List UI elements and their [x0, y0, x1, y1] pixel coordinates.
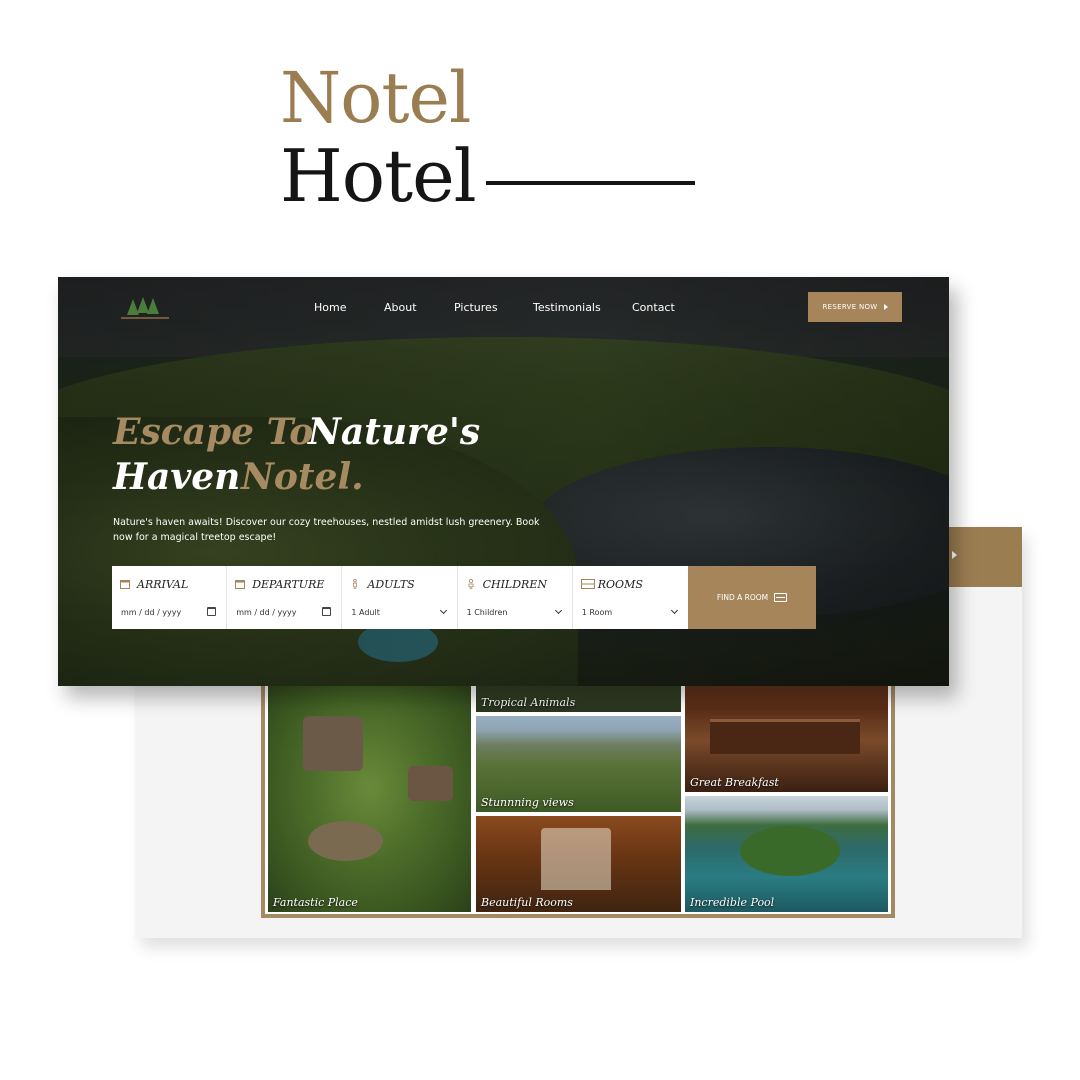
treehouse-image — [408, 766, 453, 801]
arrow-right-icon — [952, 551, 957, 559]
nav-contact[interactable]: Contact — [632, 301, 675, 314]
calendar-picker-icon[interactable] — [322, 607, 332, 616]
adults-select[interactable]: 1 Adult — [351, 608, 379, 617]
departure-input[interactable]: mm / dd / yyyy — [236, 608, 296, 617]
island-image — [740, 826, 840, 876]
calendar-picker-icon[interactable] — [207, 607, 217, 616]
gallery-tile-incredible-pool[interactable]: Incredible Pool — [685, 796, 888, 912]
headline-part: Escape To — [113, 411, 314, 453]
calendar-icon — [120, 580, 130, 589]
site-logo[interactable] — [113, 289, 177, 329]
gallery-tile-stunning-views[interactable]: Stunnning views — [476, 716, 681, 812]
adults-field[interactable]: ADULTS 1 Adult — [342, 566, 458, 629]
bed-icon — [774, 593, 788, 602]
find-a-room-button[interactable]: FIND A ROOM — [688, 566, 816, 629]
nav-testimonials[interactable]: Testimonials — [533, 301, 601, 314]
gallery-caption: Incredible Pool — [690, 896, 775, 909]
table-image — [710, 719, 860, 754]
website-hero: Home About Pictures Testimonials Contact… — [58, 277, 949, 686]
departure-label: DEPARTURE — [252, 578, 325, 591]
gallery-caption: Tropical Animals — [481, 696, 576, 709]
headline-part: Nature's — [308, 411, 481, 453]
nav-pictures[interactable]: Pictures — [454, 301, 498, 314]
children-field[interactable]: CHILDREN 1 Children — [458, 566, 573, 629]
find-a-room-label: FIND A ROOM — [716, 593, 769, 602]
title-divider — [486, 181, 695, 185]
chevron-down-icon[interactable] — [439, 606, 447, 615]
canopy-bed-image — [541, 828, 611, 890]
brand-title-notel: Notel — [280, 57, 471, 139]
headline-part: Notel. — [241, 456, 364, 498]
nav-home[interactable]: Home — [314, 301, 346, 314]
arrow-right-icon — [883, 304, 888, 310]
tree-icon — [147, 298, 159, 314]
children-select[interactable]: 1 Children — [467, 608, 508, 617]
arrival-input[interactable]: mm / dd / yyyy — [121, 608, 181, 617]
chevron-down-icon[interactable] — [670, 606, 678, 615]
nav-about[interactable]: About — [384, 301, 417, 314]
rooms-select[interactable]: 1 Room — [582, 608, 612, 617]
clearing-image — [308, 821, 383, 861]
gallery-caption: Great Breakfast — [690, 776, 779, 789]
gallery-tile-beautiful-rooms[interactable]: Beautiful Rooms — [476, 816, 681, 912]
booking-form: ARRIVAL mm / dd / yyyy DEPARTURE mm / dd… — [112, 566, 688, 629]
gallery-tile-fantastic-place[interactable]: Fantastic Place — [268, 686, 471, 912]
hero-description: Nature's haven awaits! Discover our cozy… — [113, 517, 540, 543]
rooms-label: ROOMS — [597, 578, 643, 591]
chevron-down-icon[interactable] — [554, 606, 562, 615]
treehouse-image — [303, 716, 363, 771]
arrival-field[interactable]: ARRIVAL mm / dd / yyyy — [112, 566, 228, 629]
rooms-field[interactable]: ROOMS 1 Room — [573, 566, 688, 629]
gallery-caption: Stunnning views — [481, 796, 574, 809]
arrival-label: ARRIVAL — [137, 578, 189, 591]
headline-part: Haven — [113, 456, 241, 498]
adults-label: ADULTS — [367, 578, 415, 591]
reserve-now-label: RESERVE NOW — [822, 303, 878, 311]
brand-title-hotel: Hotel — [280, 134, 477, 218]
gallery-caption: Beautiful Rooms — [481, 896, 573, 909]
adult-icon — [353, 579, 358, 589]
child-icon — [468, 579, 474, 589]
reserve-now-button[interactable]: RESERVE NOW — [808, 292, 902, 322]
departure-field[interactable]: DEPARTURE mm / dd / yyyy — [227, 566, 343, 629]
calendar-icon — [235, 580, 246, 589]
gallery-caption: Fantastic Place — [273, 896, 358, 909]
children-label: CHILDREN — [482, 578, 547, 591]
logo-base — [121, 317, 169, 319]
bed-icon — [580, 579, 595, 589]
